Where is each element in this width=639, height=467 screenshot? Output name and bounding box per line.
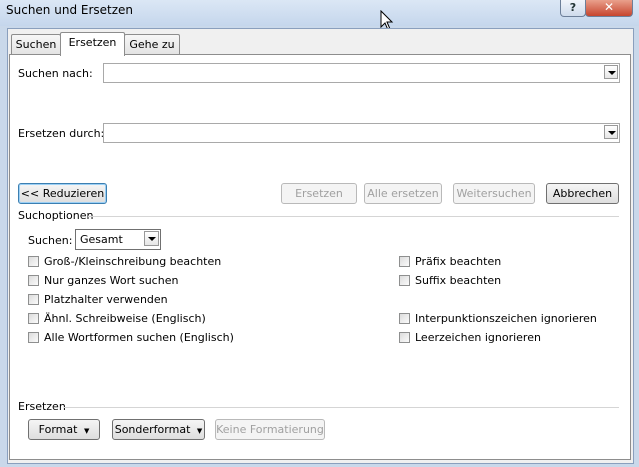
replace-dropdown-icon[interactable] — [604, 125, 618, 139]
search-label: Suchen nach: — [18, 67, 93, 80]
scope-value: Gesamt — [80, 233, 123, 246]
scope-label: Suchen: — [28, 234, 73, 247]
replace-section-heading: Ersetzen — [18, 400, 66, 413]
tab-ersetzen[interactable]: Ersetzen — [60, 32, 125, 56]
scope-select[interactable]: Gesamt — [75, 229, 161, 250]
special-format-label: Sonderformat — [114, 423, 191, 436]
suffix-label: Suffix beachten — [415, 274, 502, 287]
format-button[interactable]: Format ▼ — [28, 419, 100, 440]
replace-all-button[interactable]: Alle ersetzen — [364, 183, 442, 204]
no-formatting-button[interactable]: Keine Formatierung — [215, 419, 325, 440]
word-forms-label: Alle Wortformen suchen (Englisch) — [44, 331, 234, 344]
ignore-punctuation-checkbox[interactable] — [399, 313, 410, 324]
tab-ersetzen-label: Ersetzen — [68, 36, 117, 49]
find-next-button[interactable]: Weitersuchen — [453, 183, 535, 204]
special-format-button[interactable]: Sonderformat ▼ — [112, 419, 205, 440]
search-options-separator — [88, 216, 619, 217]
tab-gehe-zu[interactable]: Gehe zu — [124, 34, 180, 55]
tab-suchen-label: Suchen — [15, 38, 57, 51]
close-button[interactable]: ✕ — [585, 0, 633, 17]
replace-button[interactable]: Ersetzen — [281, 183, 357, 204]
cancel-button[interactable]: Abbrechen — [546, 183, 619, 204]
search-options-heading: Suchoptionen — [18, 209, 94, 222]
prefix-checkbox[interactable] — [399, 256, 410, 267]
window-title: Suchen und Ersetzen — [6, 3, 134, 17]
replace-section-separator — [64, 407, 619, 408]
case-sensitive-label: Groß-/Kleinschreibung beachten — [44, 255, 222, 268]
wildcards-checkbox[interactable] — [28, 294, 39, 305]
wildcards-label: Platzhalter verwenden — [44, 293, 168, 306]
help-button[interactable]: ? — [560, 0, 586, 17]
format-dropdown-icon: ▼ — [83, 427, 90, 435]
ignore-whitespace-label: Leerzeichen ignorieren — [415, 331, 541, 344]
case-sensitive-checkbox[interactable] — [28, 256, 39, 267]
tab-gehe-zu-label: Gehe zu — [129, 38, 175, 51]
tab-suchen[interactable]: Suchen — [11, 34, 61, 55]
search-input[interactable] — [103, 63, 620, 83]
ignore-whitespace-checkbox[interactable] — [399, 332, 410, 343]
whole-word-checkbox[interactable] — [28, 275, 39, 286]
scope-dropdown-icon[interactable] — [144, 231, 159, 246]
suffix-checkbox[interactable] — [399, 275, 410, 286]
format-label: Format — [38, 423, 78, 436]
word-forms-checkbox[interactable] — [28, 332, 39, 343]
special-format-dropdown-icon: ▼ — [196, 427, 203, 435]
prefix-label: Präfix beachten — [415, 255, 502, 268]
whole-word-label: Nur ganzes Wort suchen — [44, 274, 179, 287]
reduce-button[interactable]: << Reduzieren — [18, 183, 107, 204]
sounds-like-label: Ähnl. Schreibweise (Englisch) — [44, 312, 206, 325]
sounds-like-checkbox[interactable] — [28, 313, 39, 324]
ignore-punctuation-label: Interpunktionszeichen ignorieren — [415, 312, 597, 325]
replace-label: Ersetzen durch: — [18, 127, 105, 140]
replace-input[interactable] — [103, 123, 620, 143]
search-dropdown-icon[interactable] — [604, 65, 618, 79]
